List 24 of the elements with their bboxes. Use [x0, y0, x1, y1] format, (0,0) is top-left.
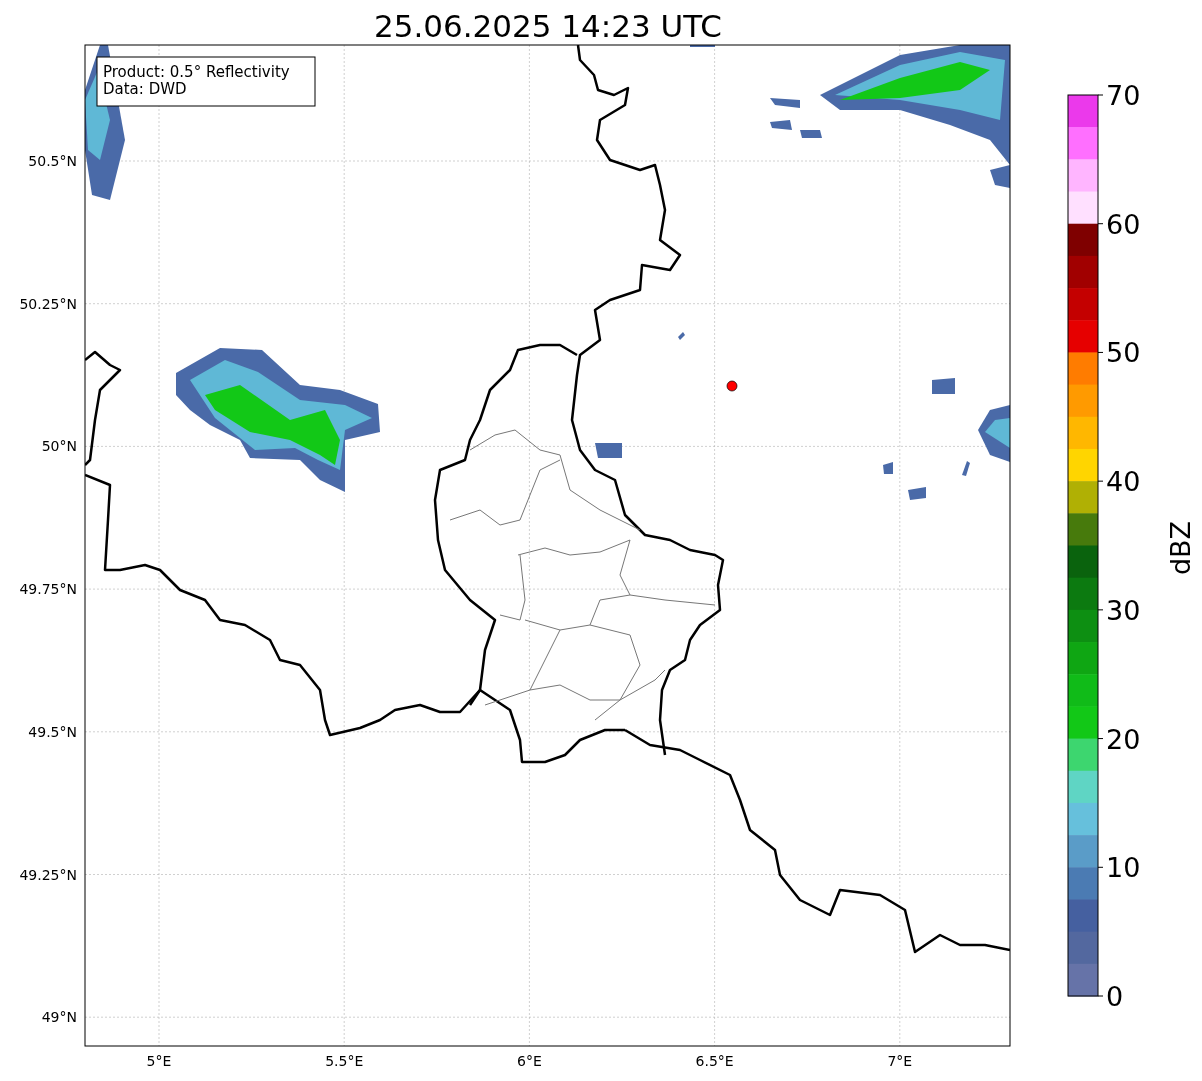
- chart-title: 25.06.2025 14:23 UTC: [374, 8, 722, 44]
- axis-tick-label: 6.5°E: [695, 1053, 734, 1069]
- axis-tick-label: 6°E: [517, 1053, 542, 1069]
- colorbar-tick-label: 40: [1106, 466, 1141, 498]
- axis-tick-label: 49°N: [41, 1009, 77, 1026]
- axis-tick-label: 5°E: [146, 1053, 172, 1069]
- colorbar-tick-label: 30: [1106, 594, 1141, 626]
- colorbar-tick-label: 0: [1106, 981, 1124, 1012]
- colorbar-tick-label: 10: [1106, 852, 1141, 884]
- colorbar-tick-label: 20: [1106, 723, 1141, 755]
- axis-tick-label: 50.25°N: [19, 295, 77, 312]
- axis-tick-label: 50.5°N: [28, 153, 77, 169]
- axis-tick-label: 49.25°N: [19, 866, 77, 883]
- colorbar-tick-label: 50: [1106, 337, 1141, 369]
- colorbar-label: dBZ: [1165, 520, 1196, 576]
- axis-tick-label: 7°E: [887, 1053, 913, 1069]
- axis-tick-label: 50°N: [41, 438, 77, 455]
- axis-tick-label: 5.5°E: [325, 1053, 364, 1069]
- info-text: Product: 0.5° Reflectivity: [103, 63, 290, 81]
- axis-tick-label: 49.75°N: [19, 581, 77, 598]
- axis-tick-label: 49.5°N: [28, 723, 77, 740]
- colorbar-tick-label: 70: [1106, 80, 1141, 111]
- info-text: Data: DWD: [103, 80, 187, 98]
- colorbar-tick-label: 60: [1106, 208, 1141, 240]
